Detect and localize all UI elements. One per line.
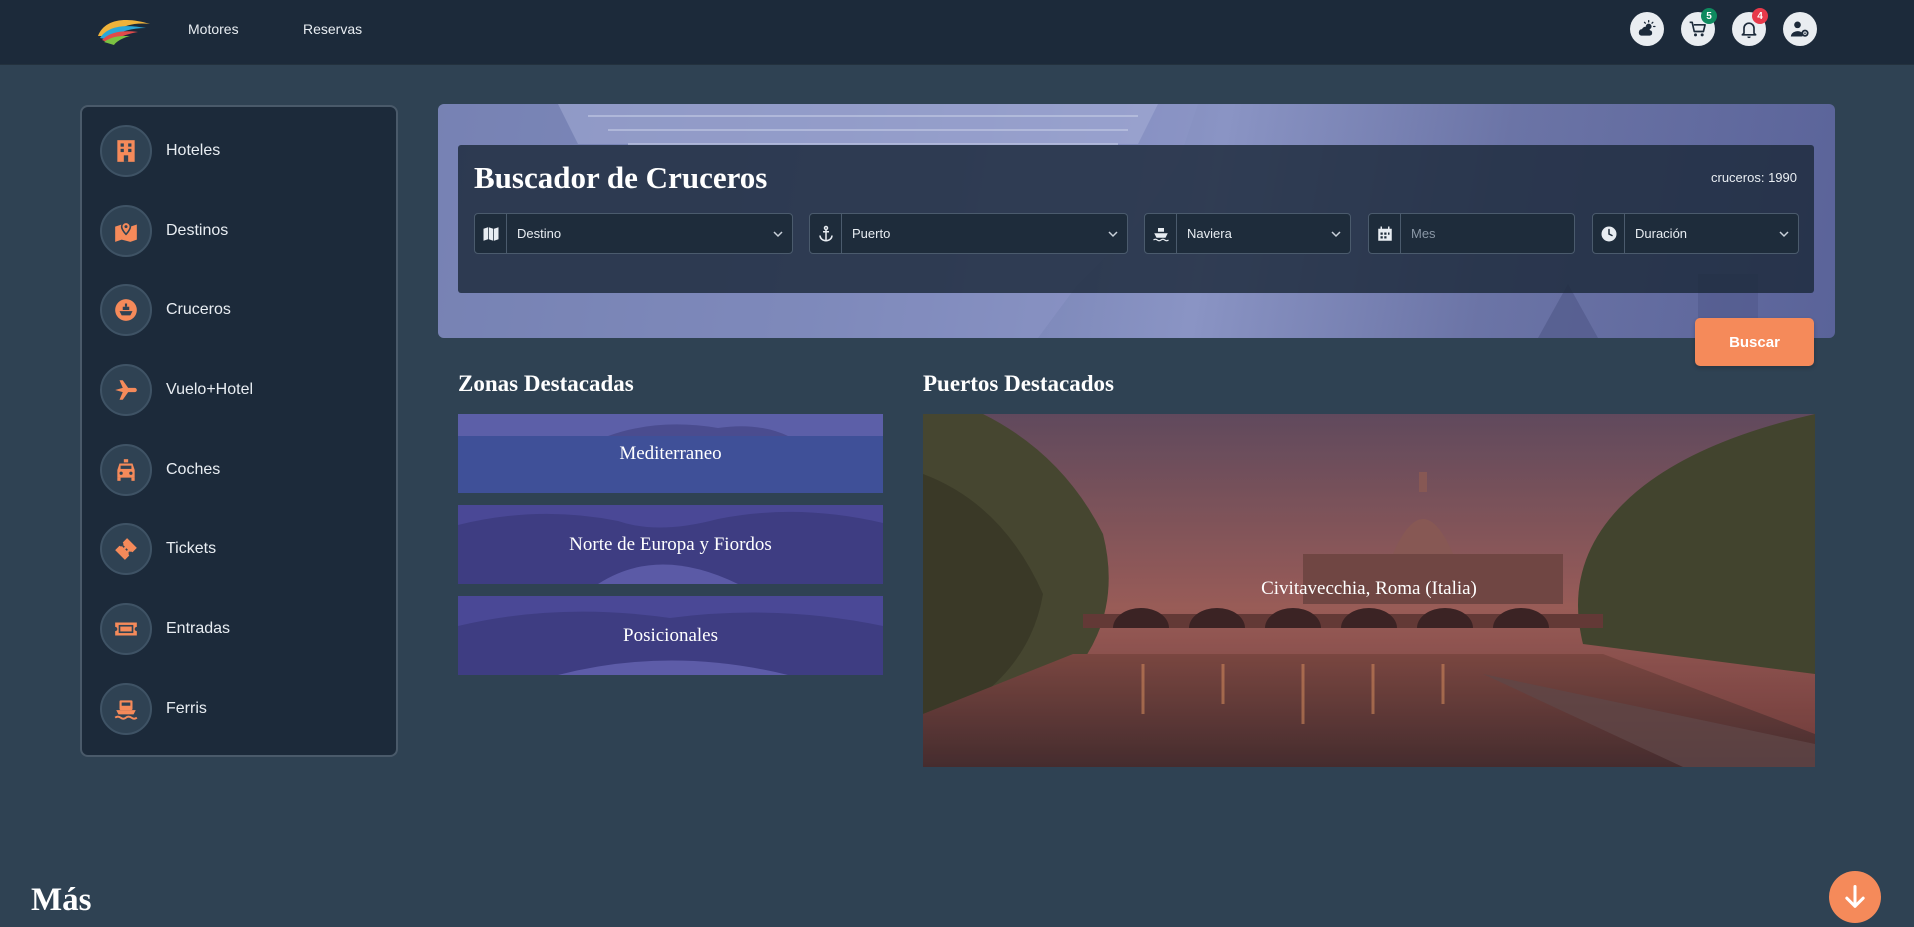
mes-input[interactable]: Mes — [1368, 213, 1575, 254]
zone-label: Posicionales — [623, 624, 718, 646]
naviera-select-value: Naviera — [1187, 226, 1232, 241]
sidebar-label: Entradas — [166, 620, 231, 637]
sidebar-item-coches[interactable]: Coches — [100, 443, 380, 497]
nav-motores[interactable]: Motores — [188, 21, 239, 37]
duracion-select-value: Duración — [1635, 226, 1688, 241]
puertos-title: Puertos Destacados — [923, 371, 1114, 396]
sidebar-item-cruceros[interactable]: Cruceros — [100, 283, 380, 337]
car-icon — [117, 459, 135, 481]
port-label: Civitavecchia, Roma (Italia) — [1261, 578, 1477, 599]
cruise-count: cruceros: 1990 — [1711, 170, 1797, 185]
search-button[interactable]: Buscar — [1695, 318, 1814, 366]
sidebar-icon-circle — [100, 603, 152, 655]
hotel-icon — [117, 140, 135, 162]
top-navbar: Motores Reservas 5 4 — [0, 0, 1914, 64]
ferry-icon — [114, 700, 138, 720]
sidebar-label: Vuelo+Hotel — [166, 381, 254, 398]
entry-ticket-icon — [115, 622, 137, 636]
sidebar-icon-circle — [100, 683, 152, 735]
sidebar-label: Hoteles — [166, 142, 221, 159]
puerto-select-value: Puerto — [852, 226, 891, 241]
weather-icon — [1638, 20, 1656, 36]
zonas-title: Zonas Destacadas — [458, 371, 634, 396]
sidebar-icon-circle — [100, 125, 152, 177]
ship-icon — [115, 299, 137, 321]
sidebar-label: Tickets — [166, 540, 217, 557]
scroll-down-button[interactable] — [1829, 871, 1881, 923]
user-settings-icon — [1790, 21, 1809, 37]
zone-label: Mediterraneo — [619, 442, 722, 464]
chevron-down-icon — [1322, 228, 1350, 240]
plane-icon — [115, 380, 137, 400]
duracion-select[interactable]: Duración — [1592, 213, 1799, 254]
sidebar — [80, 105, 398, 757]
chevron-down-icon — [764, 228, 792, 240]
mas-title: Más — [31, 882, 92, 918]
cart-count-badge: 5 — [1701, 8, 1717, 24]
sidebar-icon-circle — [100, 364, 152, 416]
field-icon-box — [475, 214, 507, 253]
field-icon-box — [1369, 214, 1401, 253]
naviera-select[interactable]: Naviera — [1144, 213, 1351, 254]
cart-button[interactable]: 5 — [1681, 8, 1717, 46]
ticket-icon — [115, 538, 137, 560]
nav-reservas[interactable]: Reservas — [303, 21, 362, 37]
chevron-down-icon — [1099, 228, 1127, 240]
notifications-button[interactable]: 4 — [1732, 8, 1768, 46]
calendar-icon — [1377, 226, 1392, 241]
featured-port-card[interactable]: Civitavecchia, Roma (Italia) — [923, 414, 1815, 767]
sidebar-label: Cruceros — [166, 301, 231, 318]
sidebar-item-destinos[interactable]: Destinos — [100, 204, 380, 258]
zone-card-mediterraneo[interactable]: Mediterraneo — [458, 414, 883, 493]
arrow-down-icon — [1845, 884, 1865, 908]
map-pin-icon — [115, 221, 137, 242]
notifications-count-badge: 4 — [1752, 8, 1768, 24]
chevron-down-icon — [1770, 228, 1798, 240]
clock-icon — [1601, 226, 1616, 241]
sidebar-item-tickets[interactable]: Tickets — [100, 522, 380, 576]
sidebar-icon-circle — [100, 284, 152, 336]
brand-logo[interactable] — [94, 14, 154, 46]
mes-input-placeholder: Mes — [1411, 226, 1436, 241]
sidebar-icon-circle — [100, 444, 152, 496]
ship-icon — [1152, 227, 1169, 241]
field-icon-box — [1593, 214, 1625, 253]
user-settings-button[interactable] — [1783, 12, 1817, 46]
zone-card-norte-europa[interactable]: Norte de Europa y Fiordos — [458, 505, 883, 584]
puerto-select[interactable]: Puerto — [809, 213, 1128, 254]
map-icon — [483, 226, 498, 241]
sidebar-label: Coches — [166, 461, 221, 478]
destino-select-value: Destino — [517, 226, 562, 241]
anchor-icon — [818, 225, 833, 241]
field-icon-box — [1145, 214, 1177, 253]
field-icon-box — [810, 214, 842, 253]
search-title: Buscador de Cruceros — [474, 160, 768, 195]
sidebar-label: Ferris — [166, 700, 207, 717]
weather-button[interactable] — [1630, 12, 1664, 46]
sidebar-icon-circle — [100, 205, 152, 257]
zone-label: Norte de Europa y Fiordos — [569, 533, 772, 555]
destino-select[interactable]: Destino — [474, 213, 793, 254]
sidebar-item-hoteles[interactable]: Hoteles — [100, 124, 380, 178]
zone-card-posicionales[interactable]: Posicionales — [458, 596, 883, 675]
sidebar-item-entradas[interactable]: Entradas — [100, 602, 380, 656]
sidebar-item-ferris[interactable]: Ferris — [100, 682, 380, 736]
sidebar-label: Destinos — [166, 222, 229, 239]
sidebar-item-vuelo-hotel[interactable]: Vuelo+Hotel — [100, 363, 380, 417]
sidebar-icon-circle — [100, 523, 152, 575]
